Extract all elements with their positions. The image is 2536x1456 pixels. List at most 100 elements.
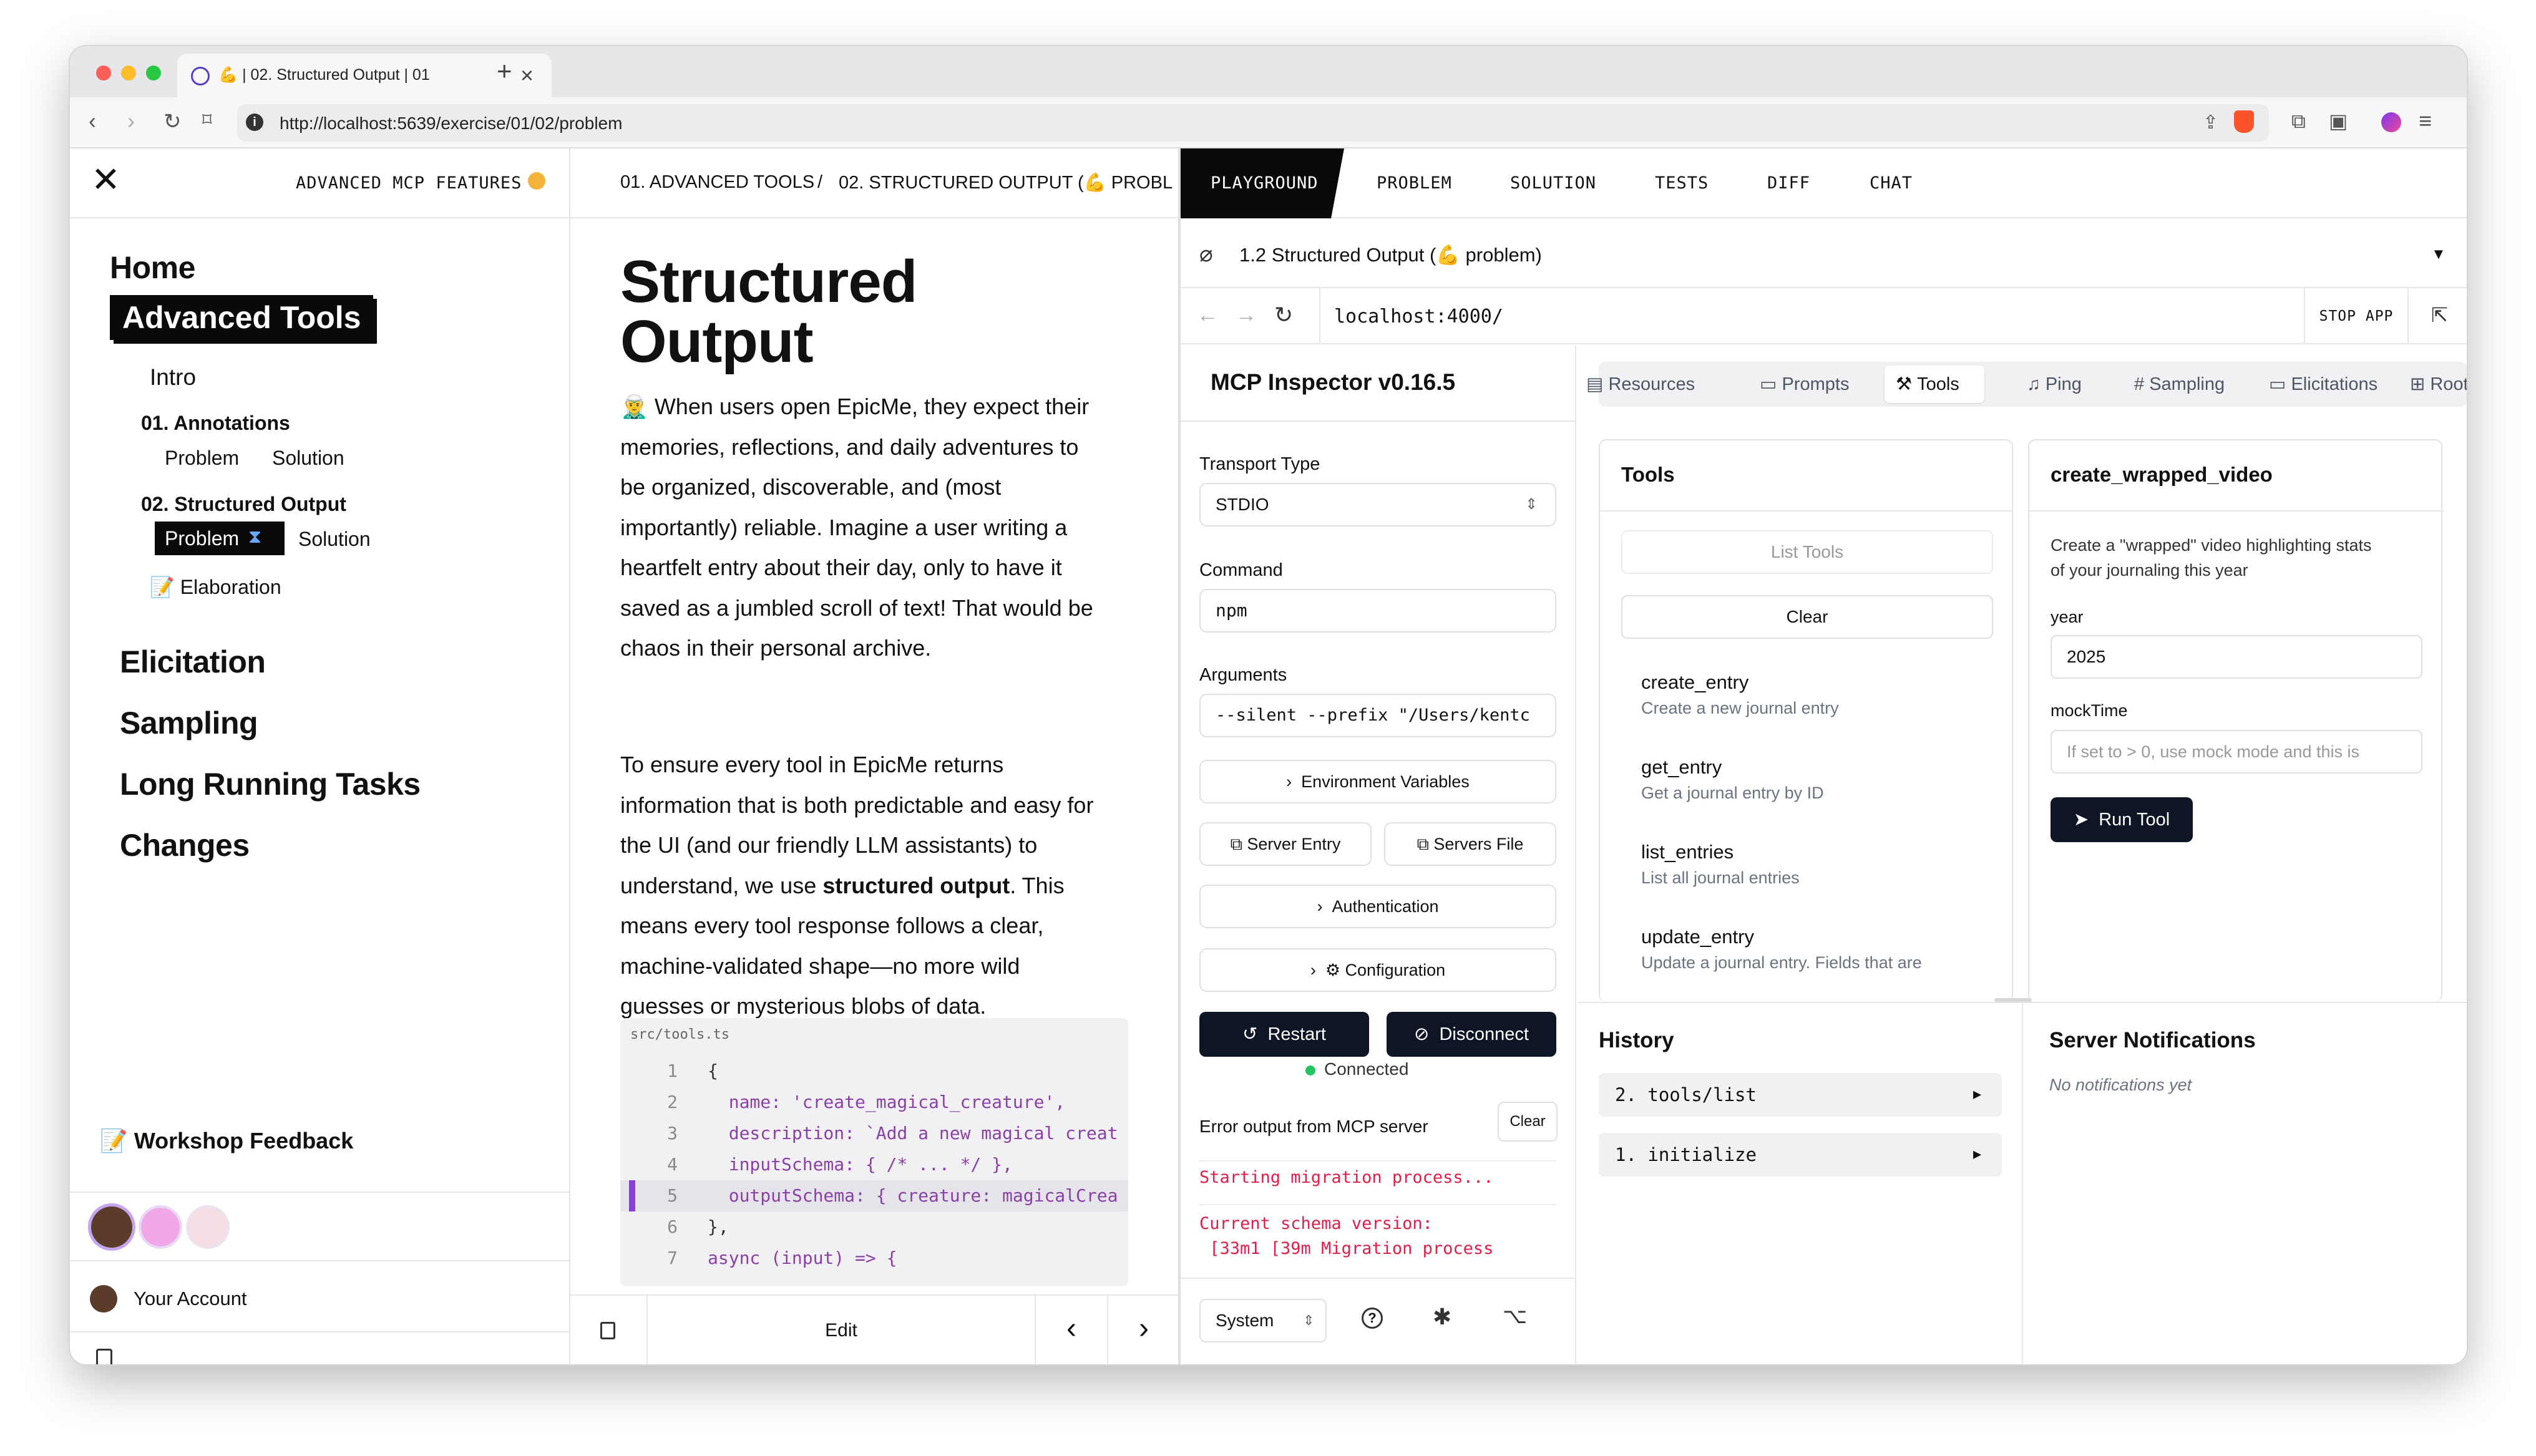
tab-solution[interactable]: SOLUTION <box>1510 148 1596 218</box>
github-icon[interactable]: ⌥ <box>1503 1304 1527 1329</box>
nav-so-solution[interactable]: Solution <box>298 528 371 551</box>
workshop-title[interactable]: ADVANCED MCP FEATURES <box>296 173 522 193</box>
wallet-icon[interactable]: ▣ <box>2329 111 2348 131</box>
app-url-field[interactable]: localhost:4000/ <box>1319 288 2304 344</box>
year-input[interactable]: 2025 <box>2051 635 2422 679</box>
tab-roots[interactable]: ⊞ Roots <box>2410 366 2467 403</box>
history-item[interactable]: 1. initialize ▶ <box>1599 1133 2002 1177</box>
app-reload-icon[interactable]: ↻ <box>1274 302 1293 328</box>
tab-playground[interactable]: PLAYGROUND <box>1211 148 1319 218</box>
article-toc-button[interactable] <box>570 1296 648 1364</box>
back-icon[interactable]: ‹ <box>89 110 96 132</box>
breadcrumb-exercise[interactable]: 02. STRUCTURED OUTPUT (💪 PROBL <box>839 172 1173 193</box>
open-external-icon[interactable]: ⇱ <box>2431 303 2448 327</box>
workshop-feedback-link[interactable]: 📝 Workshop Feedback <box>100 1128 353 1154</box>
app-select-value[interactable]: 1.2 Structured Output (💪 problem) <box>1239 243 1542 266</box>
tab-tests[interactable]: TESTS <box>1655 148 1709 218</box>
tab-close-icon[interactable]: × <box>520 62 534 89</box>
nav-changes[interactable]: Changes <box>120 827 250 863</box>
stop-app-button[interactable]: STOP APP <box>2304 288 2409 344</box>
tab-ping[interactable]: ♫ Ping <box>2027 366 2082 403</box>
close-icon[interactable]: ✕ <box>91 162 120 197</box>
bug-icon[interactable]: ✱ <box>1433 1304 1451 1330</box>
avatar[interactable] <box>141 1208 180 1246</box>
app-url[interactable]: localhost:4000/ <box>1334 306 1503 328</box>
arguments-input[interactable]: --silent --prefix "/Users/kentc <box>1199 694 1556 737</box>
nav-structured-output[interactable]: 02. Structured Output <box>141 493 346 516</box>
nav-elaboration[interactable]: 📝 Elaboration <box>150 575 281 599</box>
tab-sampling[interactable]: # Sampling <box>2134 366 2225 403</box>
app-selector[interactable]: ⌀ 1.2 Structured Output (💪 problem) ▼ <box>1181 218 2467 288</box>
nav-home[interactable]: Home <box>110 250 195 286</box>
new-tab-button[interactable]: + <box>497 56 512 86</box>
configuration-button[interactable]: › ⚙ Configuration <box>1199 948 1556 992</box>
account-row[interactable]: Your Account <box>70 1263 569 1332</box>
close-window-button[interactable] <box>96 66 111 80</box>
maximize-window-button[interactable] <box>146 66 161 80</box>
mocktime-input[interactable]: If set to > 0, use mock mode and this is <box>2051 730 2422 774</box>
transport-type-select[interactable]: STDIO ⇕ <box>1199 483 1556 527</box>
theme-select[interactable]: System ⇕ <box>1199 1299 1327 1342</box>
nav-sampling[interactable]: Sampling <box>120 705 258 741</box>
command-input[interactable]: npm <box>1199 589 1556 633</box>
disconnect-button[interactable]: ⊘ Disconnect <box>1387 1012 1556 1057</box>
tab-tools[interactable]: ⚒ Tools <box>1896 366 1959 403</box>
list-tools-button[interactable]: List Tools <box>1621 530 1993 574</box>
reload-icon[interactable]: ↻ <box>163 111 182 132</box>
tab-elicitations[interactable]: ▭ Elicitations <box>2269 366 2378 403</box>
tool-name[interactable]: update_entry <box>1641 926 1754 948</box>
history-item[interactable]: 2. tools/list ▶ <box>1599 1073 2002 1117</box>
clear-tools-button[interactable]: Clear <box>1621 595 1993 639</box>
chevron-down-icon[interactable]: ▼ <box>2431 246 2446 263</box>
app-back-icon[interactable]: ← <box>1197 303 1218 328</box>
nav-annotations-problem[interactable]: Problem <box>165 447 239 470</box>
breadcrumb-section[interactable]: 01. ADVANCED TOOLS <box>620 172 814 193</box>
brave-shields-icon[interactable] <box>2234 110 2254 133</box>
tool-name[interactable]: create_entry <box>1641 671 1748 694</box>
share-icon[interactable]: ⇪ <box>2203 112 2218 133</box>
previous-icon[interactable]: ‹ <box>1035 1296 1107 1364</box>
browser-tab[interactable]: 💪 | 02. Structured Output | 01 × <box>177 54 552 97</box>
tab-diff[interactable]: DIFF <box>1767 148 1810 218</box>
nav-intro[interactable]: Intro <box>150 364 196 391</box>
tool-name[interactable]: get_entry <box>1641 756 1722 779</box>
profile-icon[interactable] <box>2381 112 2401 132</box>
avatar[interactable] <box>188 1208 227 1246</box>
tab-prompts[interactable]: ▭ Prompts <box>1760 366 1849 403</box>
tool-description[interactable]: Update a journal entry. Fields that are <box>1641 953 1922 973</box>
extensions-icon[interactable]: ⧉ <box>2291 111 2306 131</box>
nav-annotations[interactable]: 01. Annotations <box>141 412 290 435</box>
nav-annotations-solution[interactable]: Solution <box>272 447 344 470</box>
nav-so-problem-active[interactable]: Problem ⧗ <box>155 522 285 555</box>
bookmark-icon[interactable]: ⌑ <box>202 111 212 130</box>
avatar[interactable] <box>91 1206 132 1248</box>
minimize-window-button[interactable] <box>121 66 136 80</box>
environment-variables-button[interactable]: › Environment Variables <box>1199 760 1556 803</box>
nav-advanced-tools[interactable]: Advanced Tools <box>110 295 374 340</box>
nav-long-running-tasks[interactable]: Long Running Tasks <box>120 766 421 802</box>
servers-file-button[interactable]: ⧉ Servers File <box>1384 822 1556 866</box>
next-icon[interactable]: › <box>1107 1296 1179 1364</box>
authentication-button[interactable]: › Authentication <box>1199 885 1556 928</box>
app-forward-icon[interactable]: → <box>1236 303 1257 328</box>
run-tool-button[interactable]: ➤ Run Tool <box>2051 797 2193 842</box>
tool-name[interactable]: list_entries <box>1641 841 1734 863</box>
sidebar-toggle-icon[interactable] <box>96 1349 112 1364</box>
tab-chat[interactable]: CHAT <box>1870 148 1913 218</box>
tool-description[interactable]: List all journal entries <box>1641 868 1800 888</box>
server-entry-button[interactable]: ⧉ Server Entry <box>1199 822 1372 866</box>
url-text[interactable]: http://localhost:5639/exercise/01/02/pro… <box>280 114 622 133</box>
site-info-icon[interactable]: i <box>246 114 263 131</box>
nav-elicitation[interactable]: Elicitation <box>120 644 266 680</box>
restart-button[interactable]: ↺ Restart <box>1199 1012 1369 1057</box>
tab-resources[interactable]: ▤ Resources <box>1586 366 1695 403</box>
address-bar[interactable]: i http://localhost:5639/exercise/01/02/p… <box>237 104 2269 142</box>
forward-icon[interactable]: › <box>127 110 135 132</box>
clear-errors-button[interactable]: Clear <box>1498 1102 1558 1142</box>
help-icon[interactable]: ? <box>1362 1308 1383 1329</box>
tool-description[interactable]: Get a journal entry by ID <box>1641 784 1824 803</box>
menu-icon[interactable]: ≡ <box>2419 110 2432 132</box>
tab-problem[interactable]: PROBLEM <box>1377 148 1452 218</box>
resize-handle[interactable] <box>1994 998 2032 1002</box>
tool-description[interactable]: Create a new journal entry <box>1641 699 1839 718</box>
